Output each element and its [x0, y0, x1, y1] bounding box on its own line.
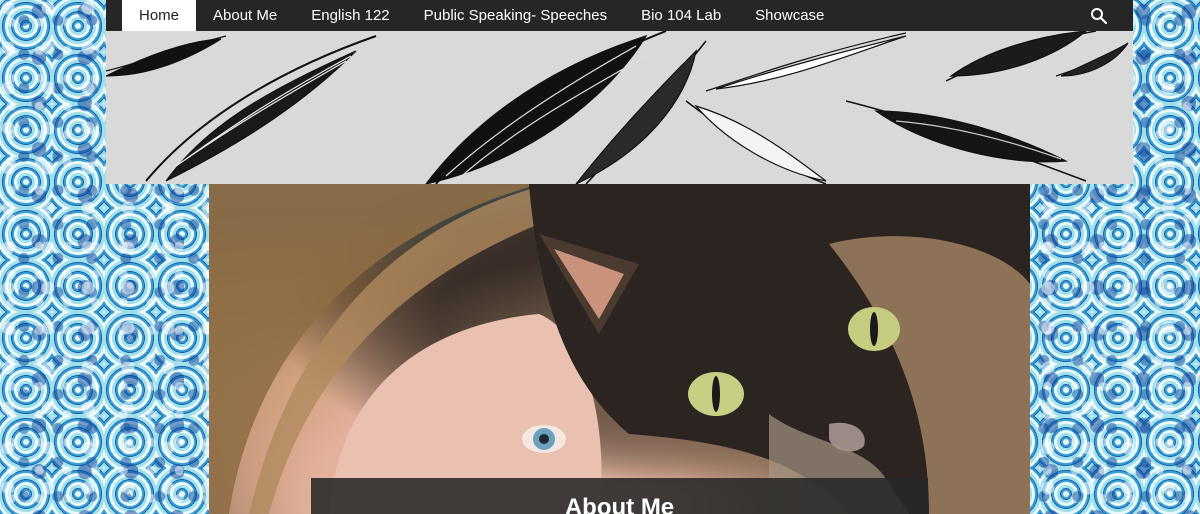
hero-photo [209, 184, 1030, 514]
nav-item-about-me[interactable]: About Me [196, 0, 294, 31]
hero-caption: About Me [311, 478, 928, 514]
search-icon[interactable] [1089, 6, 1109, 26]
nav-item-showcase[interactable]: Showcase [738, 0, 841, 31]
nav-item-bio-104-lab[interactable]: Bio 104 Lab [624, 0, 738, 31]
nav-item-home[interactable]: Home [122, 0, 197, 31]
nav-item-public-speaking[interactable]: Public Speaking- Speeches [407, 0, 624, 31]
nav-item-english-122[interactable]: English 122 [294, 0, 406, 31]
top-navigation: Home About Me English 122 Public Speakin… [106, 0, 1133, 31]
header-banner-feathers [106, 31, 1133, 184]
caption-title: About Me [564, 494, 675, 514]
feathers-illustration [106, 31, 1129, 184]
woman-and-cat-illustration [209, 184, 1030, 514]
